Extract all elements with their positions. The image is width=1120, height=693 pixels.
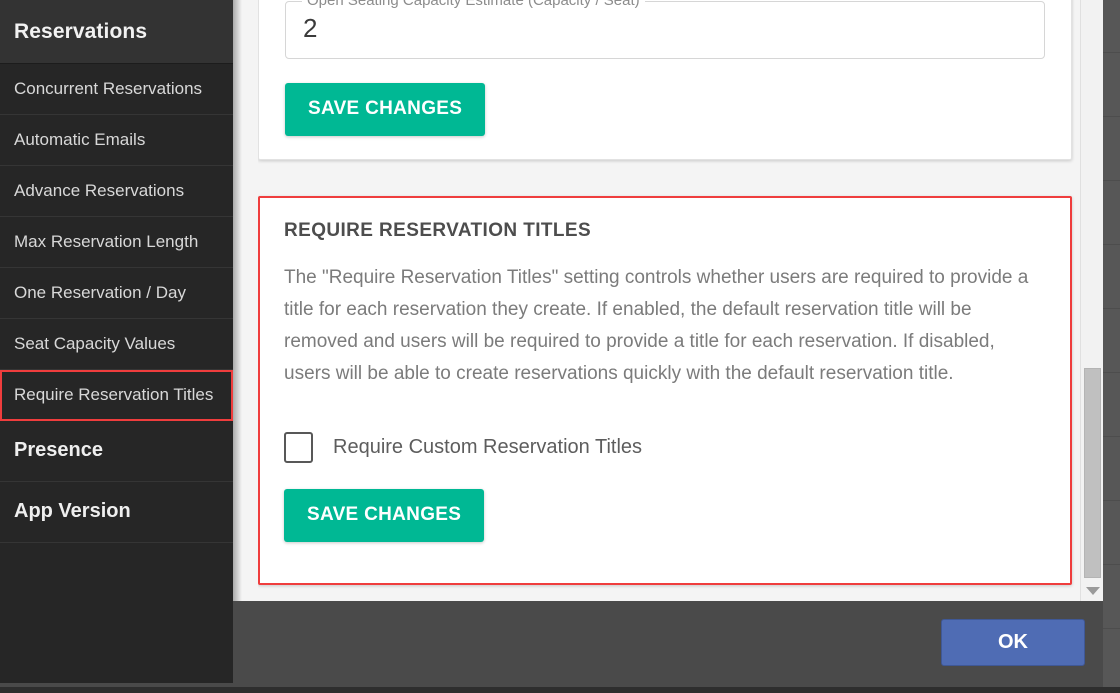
seat-capacity-field-wrap: Open Seating Capacity Estimate (Capacity…	[259, 0, 1071, 136]
sidebar-item-label: Advance Reservations	[14, 181, 185, 200]
sidebar-filler	[0, 543, 233, 663]
require-reservation-titles-card: REQUIRE RESERVATION TITLES The "Require …	[258, 196, 1072, 585]
content-gutter	[233, 0, 258, 601]
seat-capacity-card: Open Seating Capacity Estimate (Capacity…	[258, 0, 1072, 160]
sidebar-item-max-reservation-length[interactable]: Max Reservation Length	[0, 217, 233, 268]
require-titles-inner: REQUIRE RESERVATION TITLES The "Require …	[260, 198, 1070, 542]
sidebar-item-list: Concurrent Reservations Automatic Emails A…	[0, 64, 233, 543]
settings-content-pane: Open Seating Capacity Estimate (Capacity…	[258, 0, 1080, 601]
seat-capacity-save-button[interactable]: SAVE CHANGES	[285, 83, 486, 136]
ok-button[interactable]: OK	[941, 619, 1085, 666]
sidebar-item-seat-capacity-values[interactable]: Seat Capacity Values	[0, 319, 233, 370]
sidebar-item-label: Automatic Emails	[14, 130, 146, 149]
sidebar-item-one-reservation-day[interactable]: One Reservation / Day	[0, 268, 233, 319]
scrollbar-thumb[interactable]	[1084, 368, 1101, 578]
open-seating-capacity-value: 2	[303, 13, 318, 43]
content-scrollbar[interactable]	[1080, 0, 1103, 601]
dialog-body: Reservations Concurrent Reservations Auto…	[0, 0, 1103, 683]
sidebar-item-label: App Version	[14, 500, 131, 522]
backdrop-line	[1103, 308, 1120, 309]
backdrop-line	[1103, 372, 1120, 373]
backdrop-line	[1103, 436, 1120, 437]
backdrop-line	[1103, 244, 1120, 245]
screen-root: Reservations Concurrent Reservations Auto…	[0, 0, 1120, 693]
open-seating-capacity-label: Open Seating Capacity Estimate (Capacity…	[302, 0, 645, 9]
require-custom-titles-label: Require Custom Reservation Titles	[333, 436, 643, 458]
page-backdrop	[1103, 0, 1120, 693]
require-custom-titles-checkbox[interactable]	[284, 432, 313, 463]
sidebar-item-concurrent-reservations[interactable]: Concurrent Reservations	[0, 64, 233, 115]
sidebar-item-label: Require Reservation Titles	[14, 385, 214, 404]
sidebar-item-require-reservation-titles[interactable]: Require Reservation Titles	[0, 370, 233, 421]
sidebar-header-title: Reservations	[14, 19, 148, 43]
require-titles-description: The "Require Reservation Titles" setting…	[284, 267, 1029, 384]
chevron-down-glyph	[1085, 586, 1100, 595]
settings-sidebar: Reservations Concurrent Reservations Auto…	[0, 0, 233, 683]
sidebar-header: Reservations	[0, 0, 233, 64]
sidebar-item-label: Presence	[14, 439, 103, 461]
settings-dialog: Reservations Concurrent Reservations Auto…	[0, 0, 1103, 687]
backdrop-line	[1103, 564, 1120, 565]
require-titles-heading: REQUIRE RESERVATION TITLES	[284, 220, 592, 241]
sidebar-item-label: Concurrent Reservations	[14, 79, 203, 98]
sidebar-item-advance-reservations[interactable]: Advance Reservations	[0, 166, 233, 217]
sidebar-item-label: One Reservation / Day	[14, 283, 186, 302]
sidebar-item-presence[interactable]: Presence	[0, 421, 233, 482]
seat-capacity-actions: SAVE CHANGES	[285, 83, 1045, 136]
open-seating-capacity-field[interactable]: Open Seating Capacity Estimate (Capacity…	[285, 0, 1045, 59]
dialog-footer: OK	[233, 601, 1103, 687]
backdrop-line	[1103, 180, 1120, 181]
sidebar-item-label: Seat Capacity Values	[14, 334, 176, 353]
scroll-down-arrow-icon[interactable]	[1081, 580, 1103, 601]
window-bottom-edge	[0, 687, 1120, 693]
backdrop-line	[1103, 628, 1120, 629]
require-custom-titles-row[interactable]: Require Custom Reservation Titles	[284, 432, 1046, 463]
sidebar-item-automatic-emails[interactable]: Automatic Emails	[0, 115, 233, 166]
sidebar-item-label: Max Reservation Length	[14, 232, 199, 251]
sidebar-item-app-version[interactable]: App Version	[0, 482, 233, 543]
require-titles-save-button[interactable]: SAVE CHANGES	[284, 489, 485, 542]
backdrop-line	[1103, 500, 1120, 501]
backdrop-line	[1103, 116, 1120, 117]
backdrop-line	[1103, 52, 1120, 53]
